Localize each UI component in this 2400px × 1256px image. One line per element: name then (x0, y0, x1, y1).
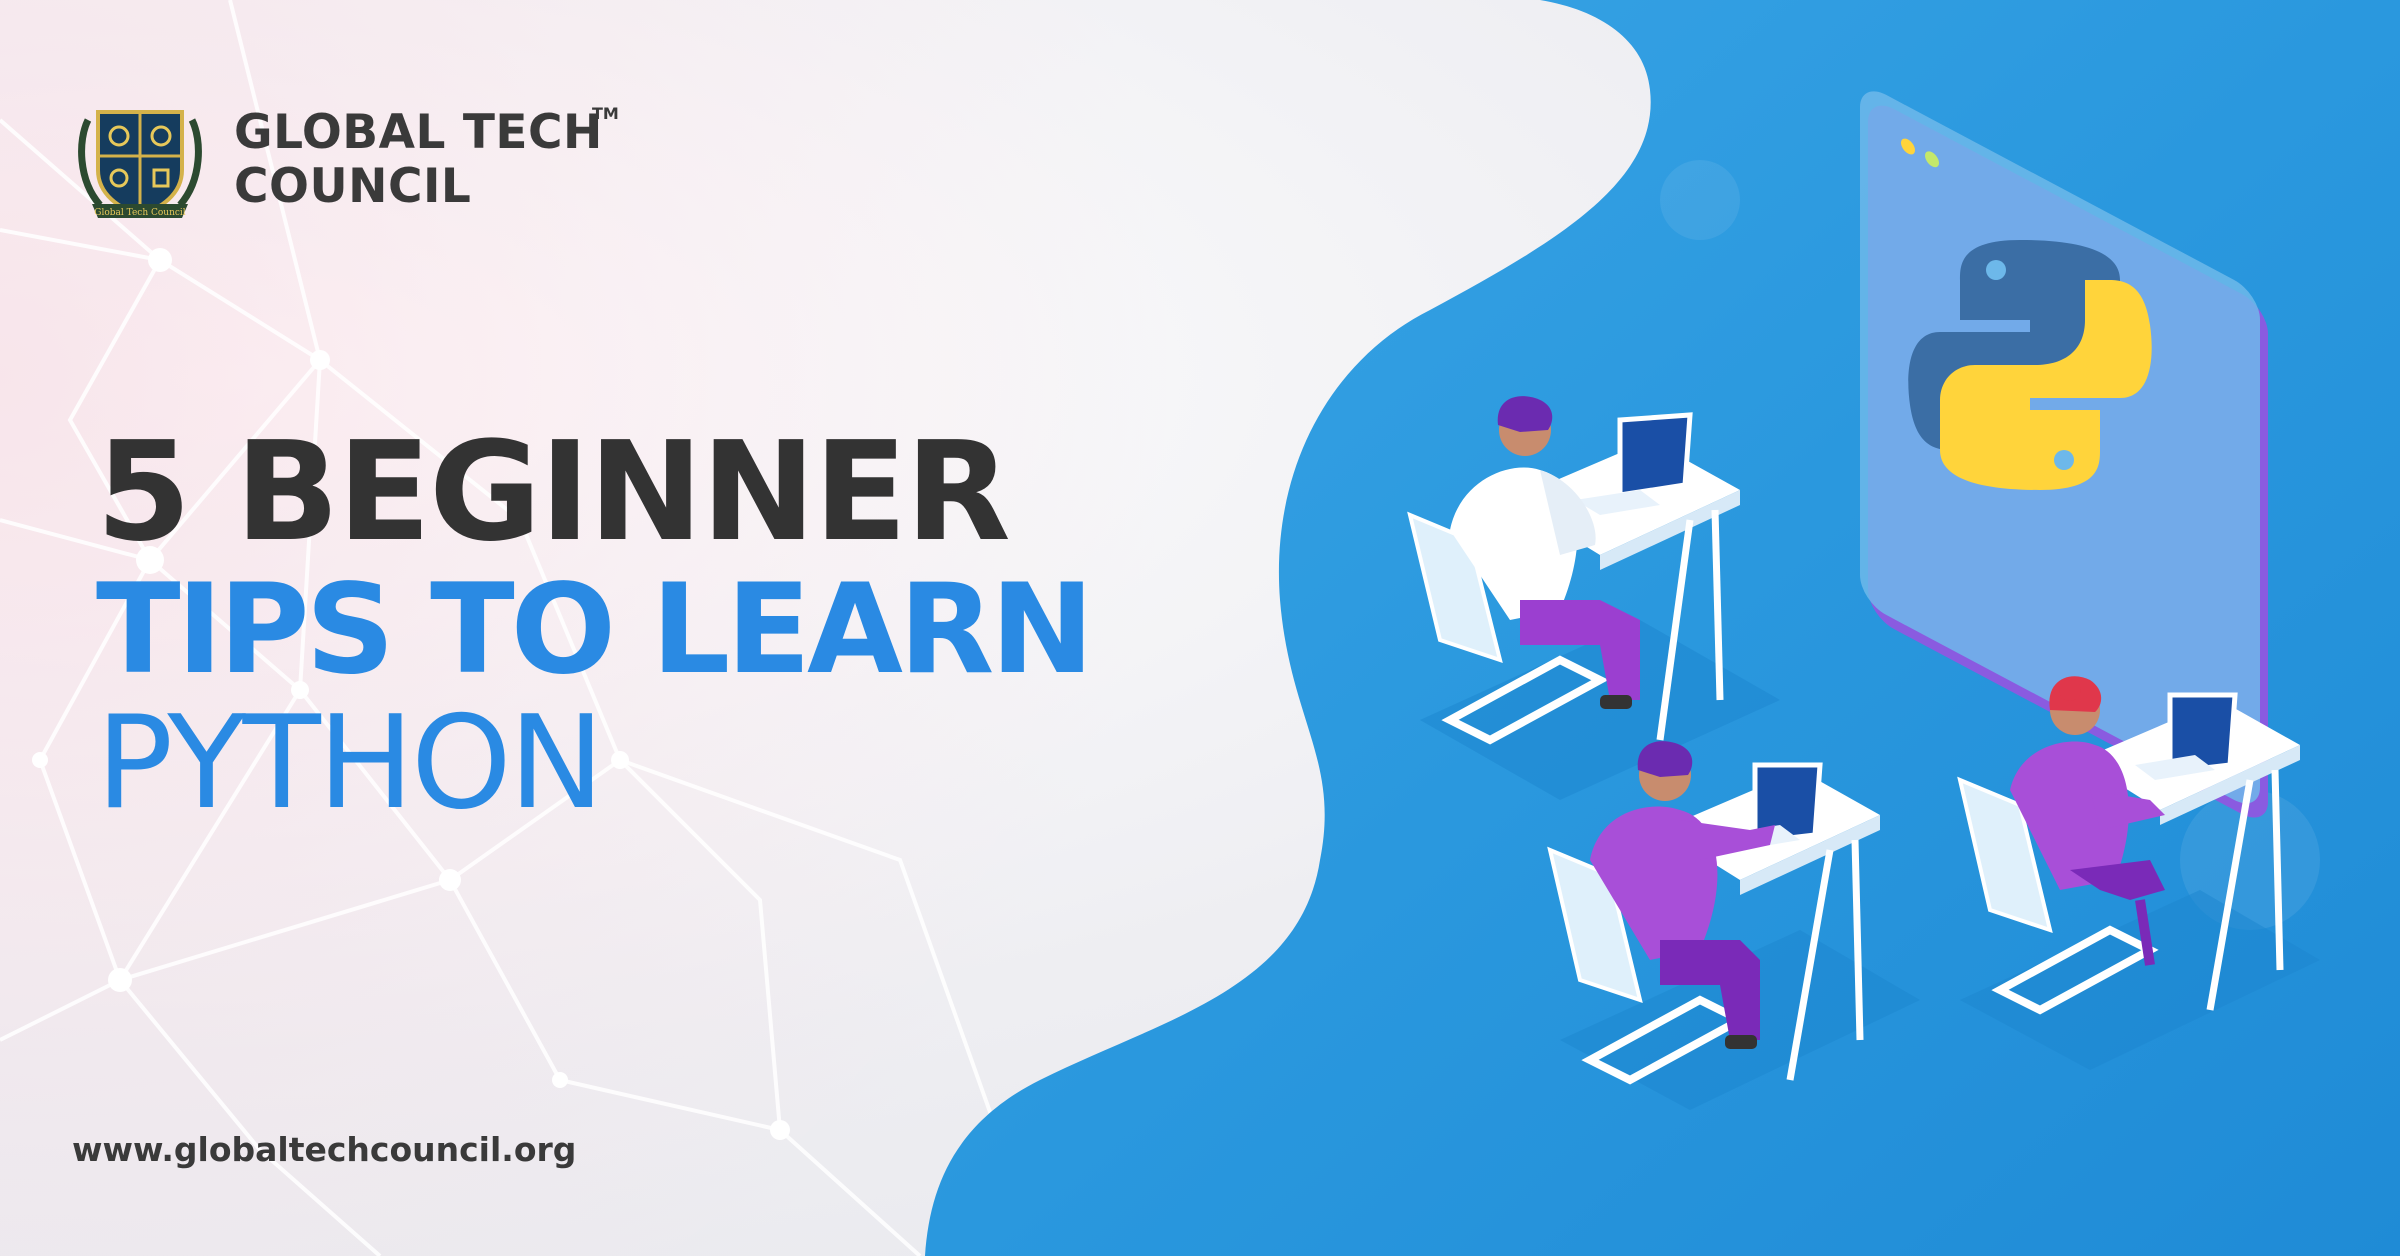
banner: Global Tech Council GLOBAL TECH COUNCIL … (0, 0, 2400, 1256)
brand-logo: Global Tech Council GLOBAL TECH COUNCIL … (70, 100, 630, 225)
shield-crest-icon: Global Tech Council (78, 110, 202, 219)
headline-line3: PYTHON (96, 689, 605, 838)
brand-name-line1: GLOBAL TECH (234, 105, 603, 160)
headline-line1: 5 BEGINNER (96, 413, 1011, 572)
headline-line2: TIPS TO LEARN (96, 558, 1094, 702)
brand-name-line2: COUNCIL (234, 159, 472, 214)
brand-name: GLOBAL TECH COUNCIL (234, 106, 603, 214)
trademark-mark: TM (592, 104, 619, 123)
website-url: www.globaltechcouncil.org (72, 1130, 577, 1169)
headline: 5 BEGINNER TIPS TO LEARN PYTHON (96, 413, 1094, 838)
emblem-ribbon-text: Global Tech Council (94, 208, 185, 218)
